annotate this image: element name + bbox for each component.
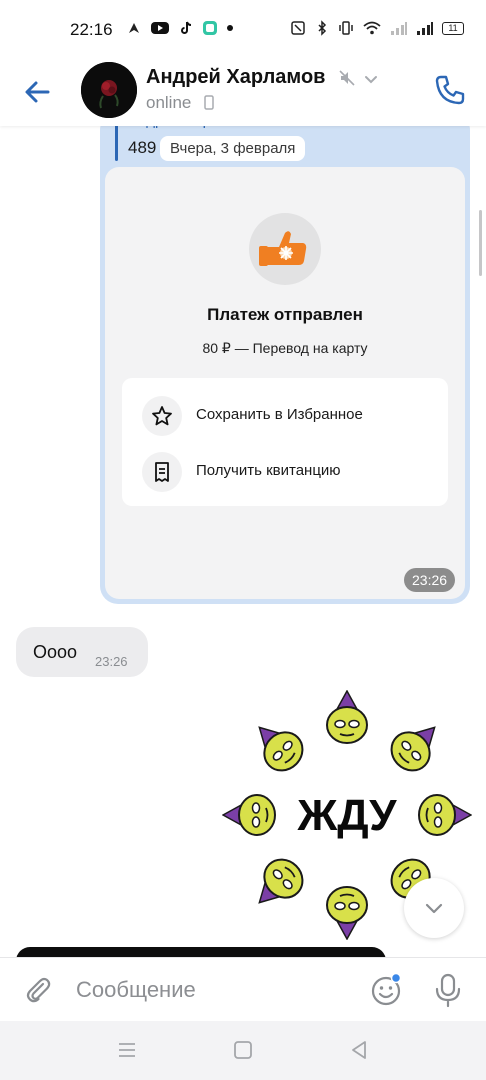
chevron-down-icon[interactable]: [363, 71, 379, 87]
chevron-down-icon: [425, 903, 443, 914]
scrollbar[interactable]: [479, 210, 482, 276]
payment-message-time: 23:26: [404, 568, 456, 592]
message-composer: [0, 957, 486, 1021]
muted-icon: [339, 70, 355, 86]
dot-icon: [227, 25, 233, 31]
navigation-icon: [129, 23, 139, 33]
recent-apps-icon[interactable]: [114, 1037, 140, 1063]
mobile-device-icon: [204, 95, 214, 110]
save-to-favorites-label: Сохранить в Избранное: [196, 406, 363, 423]
receipt-icon: [142, 452, 182, 492]
tiktok-icon: [181, 21, 192, 34]
sticker-text: ЖДУ: [296, 791, 397, 840]
reply-text: 489: [128, 138, 157, 157]
chat-header: Андрей Харламов online: [0, 60, 486, 126]
get-receipt-button[interactable]: Получить квитанцию: [122, 444, 448, 500]
vibrate-icon: [339, 21, 353, 35]
signal-icon: [417, 22, 433, 35]
nfc-icon: [291, 21, 305, 35]
avatar[interactable]: [81, 62, 137, 118]
status-bar: 22:16 11: [0, 0, 486, 60]
thumbs-up-icon: [249, 213, 321, 285]
sticker-character: [418, 794, 472, 836]
payment-subtitle: 80 ₽ — Перевод на карту: [202, 340, 368, 356]
scroll-down-button[interactable]: [404, 878, 464, 938]
sticker-character: [222, 794, 276, 836]
status-right-icons: 11: [290, 20, 464, 36]
phone-call-icon[interactable]: [432, 72, 468, 108]
message-input[interactable]: [76, 974, 346, 1006]
payment-title: Платеж отправлен: [207, 305, 363, 324]
home-icon[interactable]: [230, 1037, 256, 1063]
incoming-message-time: 23:26: [95, 654, 128, 669]
get-receipt-label: Получить квитанцию: [196, 462, 341, 479]
sticker-character: [390, 726, 436, 772]
date-separator: Вчера, 3 февраля: [160, 136, 306, 161]
microphone-icon[interactable]: [433, 972, 463, 1008]
battery-icon: 11: [442, 21, 464, 35]
save-to-favorites-button[interactable]: Сохранить в Избранное: [122, 388, 448, 444]
sticker-character: [258, 726, 304, 772]
back-arrow-icon[interactable]: [20, 74, 56, 110]
youtube-icon: [151, 22, 169, 34]
chat-screen: 22:16 11 Андрей Харламов online 489 Вчер…: [0, 0, 486, 1080]
contact-name[interactable]: Андрей Харламов: [146, 66, 325, 89]
star-icon: [142, 396, 182, 436]
sticker-character: [326, 690, 368, 744]
contact-status: online: [146, 93, 192, 112]
app-icon: [203, 21, 217, 35]
emoji-icon[interactable]: [368, 972, 404, 1008]
system-nav-bar: [0, 1021, 486, 1080]
signal-icon: [391, 22, 407, 35]
sticker-character: [326, 886, 368, 940]
wifi-icon: [363, 21, 381, 35]
status-left-icons: [126, 20, 234, 36]
sticker-character: [258, 858, 304, 904]
incoming-message-text: Оооо: [33, 642, 78, 662]
status-time: 22:16: [70, 20, 113, 39]
bluetooth-icon: [318, 20, 327, 36]
paperclip-icon[interactable]: [22, 974, 54, 1006]
rose-avatar-image: [81, 62, 137, 118]
back-icon[interactable]: [346, 1037, 372, 1063]
